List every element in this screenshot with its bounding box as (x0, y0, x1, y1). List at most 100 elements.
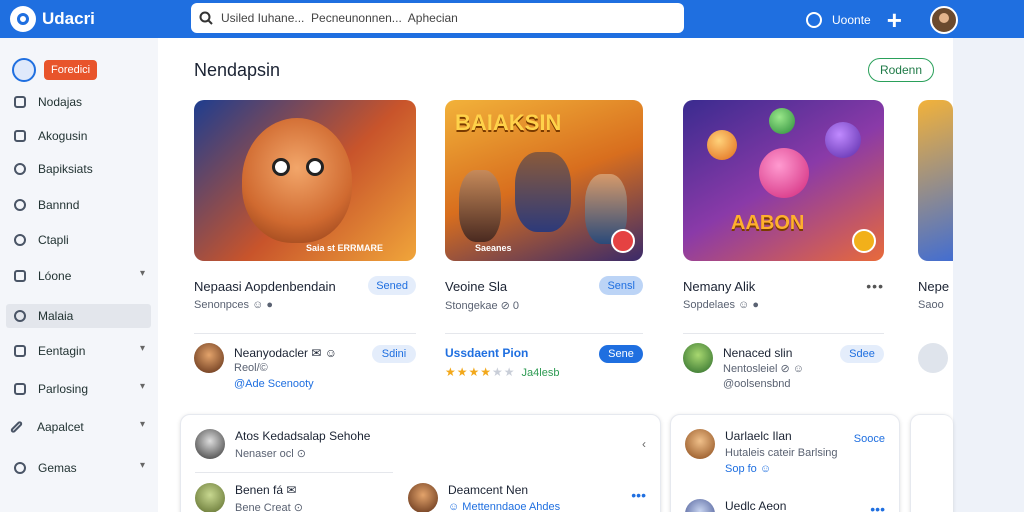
message-icon (14, 310, 26, 322)
list-item[interactable]: Uarlaelc Ilan Hutaleis cateir Barlsing S… (685, 429, 838, 475)
sidebar-item-label: Malaia (38, 309, 74, 323)
nav-icon (14, 96, 26, 108)
top-actions: Uoonte + (806, 6, 958, 34)
follow-button[interactable]: Sensl (599, 276, 643, 295)
top-bar: Udacri Uoonte + (0, 0, 1024, 38)
add-icon[interactable]: + (887, 7, 902, 33)
sidebar-item-1[interactable]: Nodajas (6, 90, 151, 114)
score-label[interactable]: Sooce (854, 433, 885, 445)
sidebar-item-2[interactable]: Akogusin (6, 124, 151, 148)
user-avatar[interactable] (408, 483, 438, 512)
user-avatar[interactable] (195, 483, 225, 512)
logo-icon (10, 6, 36, 32)
list-item[interactable]: Atos Kedadsalap Sehohe Nenaser ocl ⊙ (195, 429, 370, 460)
creator-name[interactable]: Nenaced slin (723, 346, 792, 360)
divider (683, 333, 884, 334)
user-avatar[interactable] (929, 6, 958, 34)
game-subtitle: Sopdelaes ☺ ● (683, 299, 759, 311)
account-label[interactable]: Uoonte (832, 13, 871, 27)
sidebar-item-9[interactable]: Parlosing ▾ (6, 377, 151, 401)
sidebar-item-7[interactable]: Malaia (6, 304, 151, 328)
more-options-icon[interactable]: ••• (866, 278, 884, 294)
sidebar-item-8[interactable]: Eentagin ▾ (6, 339, 151, 363)
divider (195, 472, 393, 473)
game-card[interactable]: AABON Nemany Alik Sopdelaes ☺ ● ••• Nena… (672, 100, 900, 402)
sidebar-item-5[interactable]: Ctapli (6, 228, 151, 252)
search-bar[interactable] (191, 3, 684, 33)
game-title[interactable]: Nemany Alik (683, 279, 755, 294)
view-all-button[interactable]: Rodenn (868, 58, 934, 82)
game-thumbnail[interactable]: BAIAKSIN Saeanes (445, 100, 643, 261)
layout-icon (14, 383, 26, 395)
game-thumbnail[interactable]: AABON (683, 100, 884, 261)
sidebar-header: Foredici (12, 58, 98, 82)
item-meta: Sop fo ☺ (725, 463, 772, 475)
app-icon[interactable] (12, 58, 36, 82)
creator-avatar[interactable] (194, 343, 224, 373)
sidebar-item-4[interactable]: Bannnd (6, 193, 151, 217)
sidebar-item-6[interactable]: Lóone ▾ (6, 264, 151, 288)
item-subtitle: Hutaleis cateir Barlsing (725, 447, 838, 459)
image-icon (14, 345, 26, 357)
search-icon (199, 11, 213, 25)
list-item[interactable]: Deamcent Nen ☺ Mettenndaoe Ahdes (408, 483, 560, 512)
thumbnail-caption: Saeanes (475, 243, 512, 253)
user-icon (14, 163, 26, 175)
badge-icon (611, 229, 635, 253)
creator-handle[interactable]: @oolsensbnd (723, 378, 790, 390)
chevron-down-icon: ▾ (139, 460, 145, 471)
creator-avatar[interactable] (683, 343, 713, 373)
globe-icon[interactable] (806, 12, 822, 28)
sidebar-item-label: Bapiksiats (38, 162, 93, 176)
game-thumbnail[interactable]: Saia st ERRMARE (194, 100, 416, 261)
subscribe-button[interactable]: Sene (599, 345, 643, 363)
divider (194, 333, 416, 334)
sidebar-item-label: Aapalcet (37, 420, 84, 434)
sidebar: Foredici Nodajas Akogusin Bapiksiats Ban… (0, 38, 158, 512)
character-eye (272, 158, 290, 176)
more-options-icon[interactable]: ••• (631, 487, 646, 503)
user-avatar[interactable] (195, 429, 225, 459)
user-avatar[interactable] (685, 429, 715, 459)
list-item[interactable]: Uedlc Aeon (685, 499, 786, 512)
share-icon[interactable]: ‹ (642, 437, 646, 451)
search-input[interactable] (221, 11, 661, 25)
game-title[interactable]: Veoine Sla (445, 279, 507, 294)
sidebar-item-label: Lóone (38, 269, 72, 283)
game-thumbnail[interactable] (918, 100, 953, 261)
chevron-down-icon: ▾ (139, 381, 145, 392)
subscribe-button[interactable]: Sdee (840, 345, 884, 363)
creator-name[interactable]: Ussdaent Pion (445, 346, 528, 360)
creator-name[interactable]: Neanyodacler ✉ ☺ (234, 346, 337, 360)
item-title: Benen fá ✉ (235, 483, 297, 497)
main-content: Nendapsin Rodenn Saia st ERRMARE Nepaasi… (158, 38, 953, 512)
rating-label: Ja4lesb (521, 367, 560, 379)
sidebar-item-3[interactable]: Bapiksiats (6, 157, 151, 181)
search-icon (14, 234, 26, 246)
subscribe-button[interactable]: Sdini (372, 345, 416, 363)
game-card[interactable]: BAIAKSIN Saeanes Veoine Sla Stongekae ⊘ … (431, 100, 659, 402)
sidebar-item-label: Gemas (38, 461, 77, 475)
app-logo[interactable]: Udacri (10, 6, 95, 32)
list-item[interactable]: Benen fá ✉ Bene Creat ⊙ (195, 483, 303, 512)
game-card[interactable]: Saia st ERRMARE Nepaasi Aopdenbendain Se… (194, 100, 416, 402)
sidebar-item-10[interactable]: Aapalcet ▾ (6, 415, 151, 439)
item-subtitle: Nenaser ocl ⊙ (235, 448, 306, 460)
chat-icon (14, 270, 26, 282)
user-avatar[interactable] (685, 499, 715, 512)
item-title: Deamcent Nen (448, 483, 529, 497)
more-options-icon[interactable]: ••• (870, 501, 885, 512)
item-title: Uarlaelc Ilan (725, 429, 792, 443)
creator-avatar[interactable] (918, 343, 948, 373)
creator-handle[interactable]: @Ade Scenooty (234, 378, 314, 390)
game-title[interactable]: Nepe (918, 279, 949, 294)
item-title: Uedlc Aeon (725, 499, 787, 512)
game-title[interactable]: Nepaasi Aopdenbendain (194, 279, 336, 294)
follow-button[interactable]: Sened (368, 276, 416, 295)
orb-art (825, 122, 861, 158)
sidebar-item-11[interactable]: Gemas ▾ (6, 456, 151, 480)
game-card[interactable]: Nepe Saoo (910, 100, 953, 402)
character-art (242, 118, 352, 243)
featured-badge[interactable]: Foredici (44, 60, 98, 80)
item-subtitle: Bene Creat ⊙ (235, 502, 303, 512)
